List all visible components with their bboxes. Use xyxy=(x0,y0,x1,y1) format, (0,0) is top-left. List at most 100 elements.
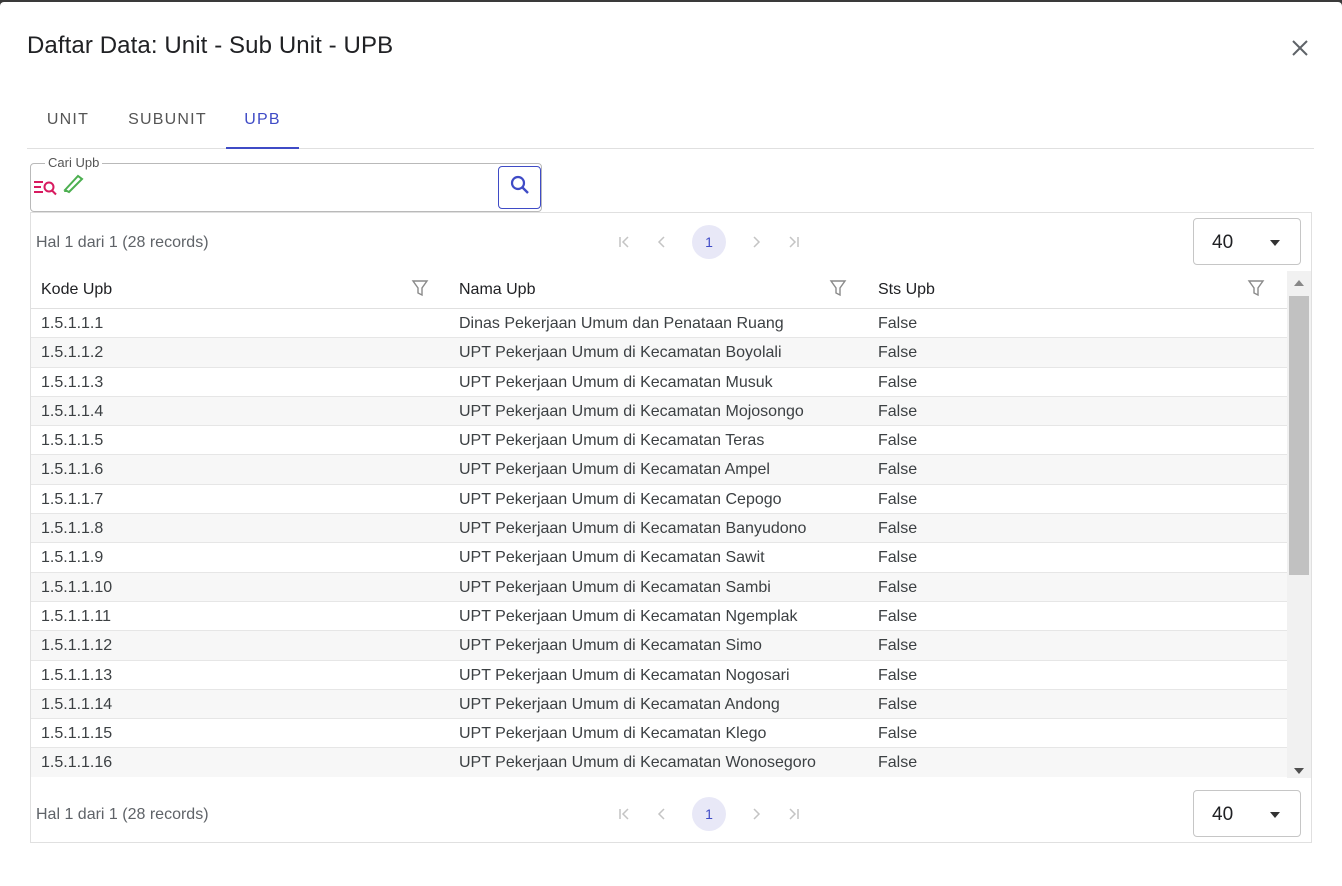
cell-nama-upb: Dinas Pekerjaan Umum dan Penataan Ruang xyxy=(459,315,784,332)
table-row[interactable]: 1.5.1.1.12 UPT Pekerjaan Umum di Kecamata… xyxy=(31,631,1287,661)
tab-upb[interactable]: UPB xyxy=(226,96,299,149)
scrollbar-thumb[interactable] xyxy=(1289,296,1309,575)
next-page-icon[interactable] xyxy=(745,231,767,253)
cell-kode-upb: 1.5.1.1.14 xyxy=(41,695,113,713)
cell-kode-upb: 1.5.1.1.16 xyxy=(41,754,113,772)
cell-kode-upb: 1.5.1.1.6 xyxy=(41,461,104,479)
page-number-button[interactable]: 1 xyxy=(692,797,726,831)
filter-icon[interactable] xyxy=(1247,279,1265,302)
table-row[interactable]: 1.5.1.1.11 UPT Pekerjaan Umum di Kecamata… xyxy=(31,602,1287,632)
prev-page-icon[interactable] xyxy=(651,803,673,825)
scroll-up-icon[interactable] xyxy=(1294,280,1304,286)
cell-kode-upb: 1.5.1.1.10 xyxy=(41,578,113,596)
table-row[interactable]: 1.5.1.1.2 UPT Pekerjaan Umum di Kecamatan… xyxy=(31,338,1287,368)
data-grid: Hal 1 dari 1 (28 records) 1 40 Kode Upb xyxy=(30,212,1312,843)
filter-search-icon[interactable] xyxy=(33,180,59,201)
cell-sts-upb: False xyxy=(878,637,918,655)
cell-kode-upb: 1.5.1.1.12 xyxy=(41,637,113,655)
table-row[interactable]: 1.5.1.1.3 UPT Pekerjaan Umum di Kecamatan… xyxy=(31,368,1287,397)
table-row[interactable]: 1.5.1.1.7 UPT Pekerjaan Umum di Kecamatan… xyxy=(31,485,1287,515)
cell-nama-upb: UPT Pekerjaan Umum di Kecamatan Andong xyxy=(459,695,780,713)
filter-icon[interactable] xyxy=(411,279,429,302)
next-page-icon[interactable] xyxy=(745,803,767,825)
pencil-icon[interactable] xyxy=(61,172,85,199)
filter-icon[interactable] xyxy=(829,279,847,302)
column-header-sts-upb[interactable]: Sts Upb xyxy=(878,281,935,299)
cell-sts-upb: False xyxy=(878,315,918,332)
table-row[interactable]: 1.5.1.1.13 UPT Pekerjaan Umum di Kecamata… xyxy=(31,661,1287,690)
table-header: Kode Upb Nama Upb Sts Upb xyxy=(31,271,1287,309)
cell-kode-upb: 1.5.1.1.5 xyxy=(41,432,104,450)
dialog-title: Daftar Data: Unit - Sub Unit - UPB xyxy=(27,32,394,59)
cell-sts-upb: False xyxy=(878,461,918,479)
cell-sts-upb: False xyxy=(878,666,918,684)
search-legend: Cari Upb xyxy=(45,155,103,171)
cell-sts-upb: False xyxy=(878,754,918,772)
cell-nama-upb: UPT Pekerjaan Umum di Kecamatan Banyudon… xyxy=(459,520,807,538)
table-row[interactable]: 1.5.1.1.9 UPT Pekerjaan Umum di Kecamatan… xyxy=(31,543,1287,573)
cell-nama-upb: UPT Pekerjaan Umum di Kecamatan Sambi xyxy=(459,578,771,596)
cell-sts-upb: False xyxy=(878,402,918,420)
cell-nama-upb: UPT Pekerjaan Umum di Kecamatan Boyolali xyxy=(459,344,782,362)
pager-top: Hal 1 dari 1 (28 records) 1 40 xyxy=(31,213,1311,271)
cell-sts-upb: False xyxy=(878,695,918,713)
search-field[interactable]: Cari Upb xyxy=(30,155,542,212)
cell-sts-upb: False xyxy=(878,549,918,567)
table-row[interactable]: 1.5.1.1.15 UPT Pekerjaan Umum di Kecamata… xyxy=(31,719,1287,749)
cell-sts-upb: False xyxy=(878,432,918,450)
vertical-scrollbar[interactable] xyxy=(1287,271,1311,778)
cell-nama-upb: UPT Pekerjaan Umum di Kecamatan Klego xyxy=(459,725,767,743)
chevron-down-icon xyxy=(1270,240,1280,246)
last-page-icon[interactable] xyxy=(783,803,805,825)
cell-kode-upb: 1.5.1.1.13 xyxy=(41,666,113,684)
cell-kode-upb: 1.5.1.1.7 xyxy=(41,490,104,508)
page-size-value: 40 xyxy=(1212,804,1234,825)
page-number-button[interactable]: 1 xyxy=(692,225,726,259)
cell-sts-upb: False xyxy=(878,373,918,391)
pager-info: Hal 1 dari 1 (28 records) xyxy=(36,806,209,823)
search-button[interactable] xyxy=(498,166,541,209)
cell-kode-upb: 1.5.1.1.2 xyxy=(41,344,104,362)
cell-sts-upb: False xyxy=(878,344,918,362)
cell-kode-upb: 1.5.1.1.15 xyxy=(41,725,113,743)
cell-nama-upb: UPT Pekerjaan Umum di Kecamatan Cepogo xyxy=(459,490,782,508)
tab-subunit[interactable]: SUBUNIT xyxy=(109,96,226,149)
first-page-icon[interactable] xyxy=(613,803,635,825)
cell-sts-upb: False xyxy=(878,520,918,538)
table-row[interactable]: 1.5.1.1.10 UPT Pekerjaan Umum di Kecamata… xyxy=(31,572,1287,602)
tab-unit[interactable]: UNIT xyxy=(27,96,109,149)
table-row[interactable]: 1.5.1.1.8 UPT Pekerjaan Umum di Kecamatan… xyxy=(31,514,1287,544)
page-size-select[interactable]: 40 xyxy=(1193,218,1301,265)
last-page-icon[interactable] xyxy=(783,231,805,253)
chevron-down-icon xyxy=(1270,812,1280,818)
cell-sts-upb: False xyxy=(878,490,918,508)
prev-page-icon[interactable] xyxy=(651,231,673,253)
table-row[interactable]: 1.5.1.1.4 UPT Pekerjaan Umum di Kecamatan… xyxy=(31,396,1287,427)
page-size-value: 40 xyxy=(1212,232,1234,253)
close-icon[interactable] xyxy=(1286,34,1314,62)
table-row[interactable]: 1.5.1.1.1 Dinas Pekerjaan Umum dan Penata… xyxy=(31,309,1287,339)
search-icon xyxy=(509,174,531,201)
scroll-down-icon[interactable] xyxy=(1294,768,1304,774)
cell-nama-upb: UPT Pekerjaan Umum di Kecamatan Simo xyxy=(459,637,762,655)
cell-kode-upb: 1.5.1.1.11 xyxy=(41,607,111,625)
cell-nama-upb: UPT Pekerjaan Umum di Kecamatan Teras xyxy=(459,432,765,450)
table-row[interactable]: 1.5.1.1.14 UPT Pekerjaan Umum di Kecamata… xyxy=(31,689,1287,720)
dialog: Daftar Data: Unit - Sub Unit - UPB UNIT … xyxy=(0,2,1342,886)
cell-sts-upb: False xyxy=(878,578,918,596)
column-header-kode-upb[interactable]: Kode Upb xyxy=(41,281,112,299)
cell-kode-upb: 1.5.1.1.8 xyxy=(41,520,104,538)
cell-sts-upb: False xyxy=(878,725,918,743)
cell-nama-upb: UPT Pekerjaan Umum di Kecamatan Musuk xyxy=(459,373,773,391)
tab-bar: UNIT SUBUNIT UPB xyxy=(27,96,1314,149)
cell-kode-upb: 1.5.1.1.4 xyxy=(41,402,104,420)
page-size-select[interactable]: 40 xyxy=(1193,790,1301,837)
table-row[interactable]: 1.5.1.1.16 UPT Pekerjaan Umum di Kecamata… xyxy=(31,748,1287,777)
table-row[interactable]: 1.5.1.1.5 UPT Pekerjaan Umum di Kecamatan… xyxy=(31,426,1287,456)
cell-nama-upb: UPT Pekerjaan Umum di Kecamatan Wonosego… xyxy=(459,754,816,772)
cell-kode-upb: 1.5.1.1.9 xyxy=(41,549,104,567)
column-header-nama-upb[interactable]: Nama Upb xyxy=(459,281,535,299)
cell-nama-upb: UPT Pekerjaan Umum di Kecamatan Mojosong… xyxy=(459,402,804,420)
table-row[interactable]: 1.5.1.1.6 UPT Pekerjaan Umum di Kecamatan… xyxy=(31,455,1287,485)
first-page-icon[interactable] xyxy=(613,231,635,253)
